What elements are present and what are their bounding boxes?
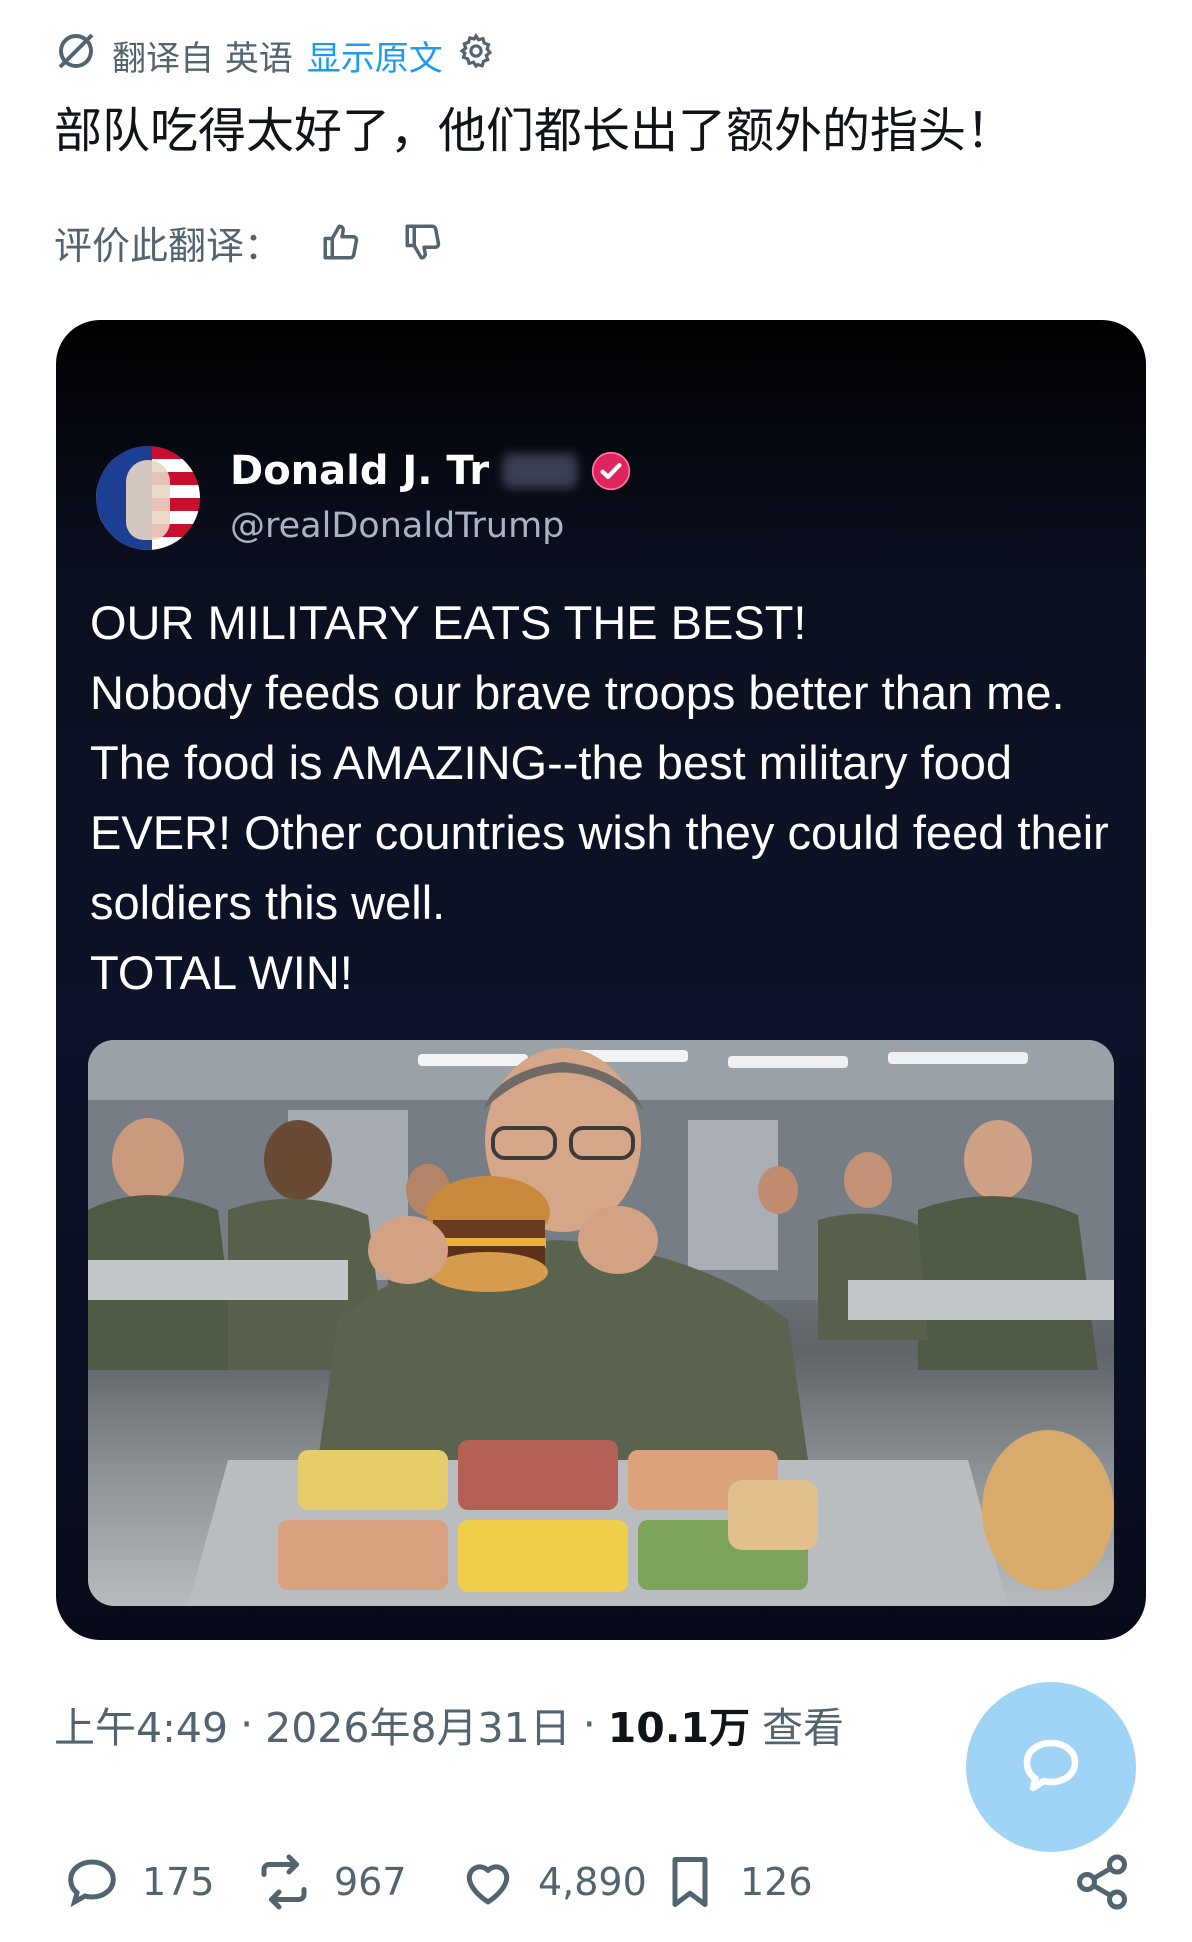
rate-translation-label: 评价此翻译：	[54, 223, 283, 268]
thumbs-down-icon[interactable]	[400, 219, 446, 265]
post-date: 2026年8月31日	[265, 1704, 571, 1752]
post-line-3: TOTAL WIN!	[90, 946, 353, 999]
blurred-name-part	[503, 454, 578, 488]
author-name-text: Donald J. Tr	[230, 448, 490, 494]
mess-hall-photo[interactable]	[88, 1040, 1114, 1606]
share-icon	[1077, 1854, 1127, 1910]
post-line-1: OUR MILITARY EATS THE BEST!	[90, 596, 807, 649]
reply-icon	[68, 1859, 116, 1908]
repost-icon	[261, 1854, 307, 1910]
translated-from-label: 翻译自 英语	[112, 38, 293, 79]
chat-bubble-icon	[1023, 1739, 1079, 1792]
compose-reply-button[interactable]	[966, 1682, 1136, 1852]
rate-translation-row: 评价此翻译：	[54, 214, 446, 270]
verified-badge-icon	[591, 451, 631, 491]
reply-action[interactable]: 175	[62, 1842, 215, 1922]
like-action[interactable]: 4,890	[458, 1842, 647, 1922]
bookmark-icon	[672, 1857, 708, 1907]
meta-separator: ·	[240, 1700, 254, 1748]
reply-count: 175	[142, 1860, 215, 1904]
views-count: 10.1万	[607, 1704, 750, 1752]
repost-action[interactable]: 967	[254, 1842, 407, 1922]
thumbs-up-icon[interactable]	[318, 219, 364, 265]
quoted-post-card[interactable]: Donald J. Tr @realDonaldTrump OUR MILITA…	[56, 320, 1146, 1640]
author-handle: @realDonaldTrump	[230, 506, 565, 546]
author-name: Donald J. Tr	[230, 448, 631, 494]
translated-post-text: 部队吃得太好了，他们都长出了额外的指头！	[54, 103, 1015, 159]
views-label: 查看	[761, 1704, 844, 1752]
translation-settings-gear-icon[interactable]	[457, 32, 495, 79]
show-original-link[interactable]: 显示原文	[307, 31, 443, 80]
meta-separator: ·	[582, 1700, 596, 1748]
post-line-2: Nobody feeds our brave troops better tha…	[90, 666, 1109, 929]
action-bar: 175 967 4,890 126	[62, 1842, 1142, 1922]
like-count: 4,890	[538, 1860, 647, 1904]
post-time: 上午4:49	[54, 1704, 229, 1752]
post-meta: 上午4:49 · 2026年8月31日 · 10.1万 查看	[54, 1694, 844, 1754]
translation-bar: 翻译自 英语 显示原文	[54, 30, 495, 80]
avatar[interactable]	[96, 446, 200, 550]
bookmark-count: 126	[740, 1860, 813, 1904]
translate-icon	[54, 29, 98, 82]
repost-count: 967	[334, 1860, 407, 1904]
quoted-post-text: OUR MILITARY EATS THE BEST! Nobody feeds…	[90, 588, 1120, 1008]
bookmark-action[interactable]: 126	[660, 1842, 813, 1922]
heart-icon	[466, 1864, 510, 1905]
share-action[interactable]	[1072, 1842, 1132, 1922]
